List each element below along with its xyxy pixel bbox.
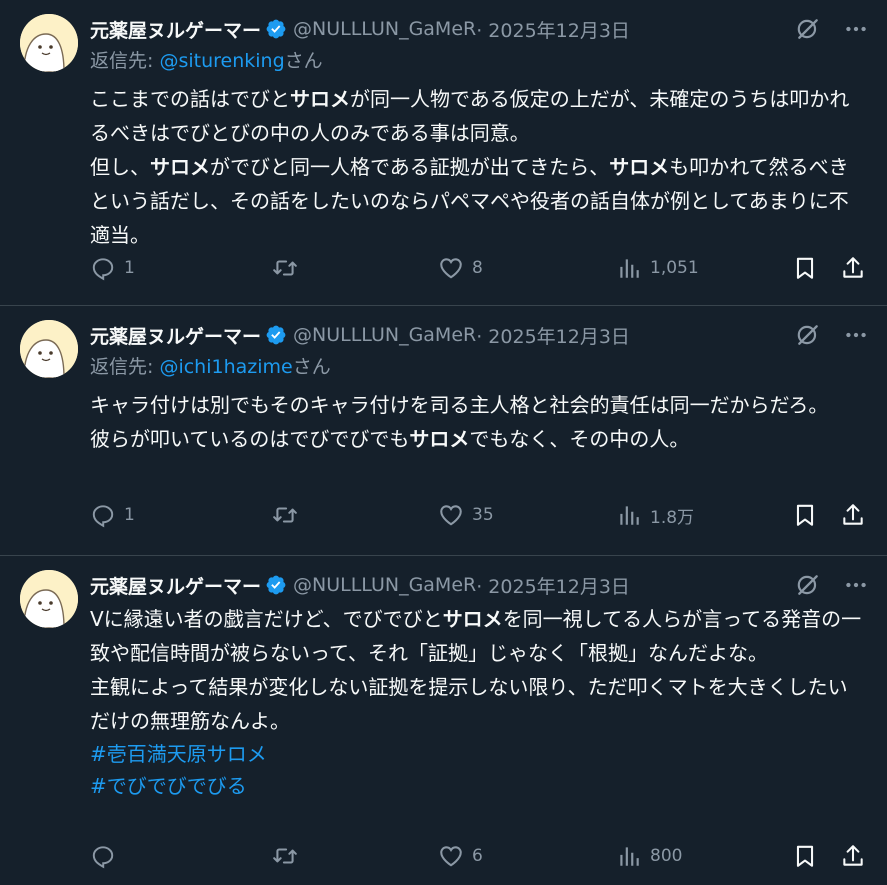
tweet-header: 元薬屋ヌルゲーマー @NULLLUN_GaMeR · 2025年12月3日 [90,14,871,44]
reply-suffix: さん [292,356,331,378]
like-icon [438,502,464,528]
author-handle[interactable]: @NULLLUN_GaMeR [293,18,476,40]
retweet-button[interactable] [272,502,438,528]
tweet-date[interactable]: · 2025年12月3日 [476,572,630,599]
grok-icon[interactable] [795,16,821,42]
retweet-icon [272,255,298,281]
views-count: 1.8万 [650,507,695,528]
like-icon [438,255,464,281]
tweet-text: ここまでの話はでびとサロメが同一人物である仮定の上だが、未確定のうちは叩かれるべ… [90,87,850,247]
more-icon[interactable] [843,572,869,598]
bookmark-button[interactable] [792,843,840,869]
tweet-actions: 1 35 1.8万 [90,502,867,528]
avatar[interactable] [20,14,78,72]
reply-icon [90,255,116,281]
reply-prefix: 返信先: [90,356,160,378]
reply-button[interactable] [90,843,272,869]
share-icon [840,502,866,528]
tweet-header: 元薬屋ヌルゲーマー @NULLLUN_GaMeR · 2025年12月3日 [90,570,871,600]
avatar[interactable] [20,320,78,378]
share-button[interactable] [840,255,866,281]
share-icon [840,255,866,281]
author-name[interactable]: 元薬屋ヌルゲーマー [90,322,261,349]
like-count: 8 [472,258,483,278]
like-count: 35 [472,505,494,525]
reply-mention-link[interactable]: @siturenking [159,50,284,72]
bookmark-icon [792,502,818,528]
views-button[interactable]: 800 [616,843,792,869]
views-button[interactable]: 1,051 [616,255,792,281]
reply-prefix: 返信先: [90,50,160,72]
like-count: 6 [472,846,483,866]
bookmark-icon [792,843,818,869]
retweet-button[interactable] [272,843,438,869]
reply-to: 返信先: @ichi1hazimeさん [90,352,871,382]
bookmark-button[interactable] [792,255,840,281]
like-button[interactable]: 6 [438,843,616,869]
tweet-actions: 6 800 [90,843,867,869]
reply-mention-link[interactable]: @ichi1hazime [159,356,292,378]
avatar[interactable] [20,570,78,628]
verified-badge-icon[interactable] [265,18,287,40]
author-handle[interactable]: @NULLLUN_GaMeR [293,574,476,596]
bookmark-button[interactable] [792,502,840,528]
grok-icon[interactable] [795,322,821,348]
hashtag-link[interactable]: #でびでびでびる [90,770,871,802]
reply-button[interactable]: 1 [90,255,272,281]
views-icon [616,843,642,869]
share-button[interactable] [840,843,866,869]
reply-count: 1 [124,258,135,278]
views-button[interactable]: 1.8万 [616,502,792,528]
tweet[interactable]: 元薬屋ヌルゲーマー @NULLLUN_GaMeR · 2025年12月3日 返信… [0,0,887,306]
retweet-button[interactable] [272,255,438,281]
reply-button[interactable]: 1 [90,502,272,528]
verified-badge-icon[interactable] [265,324,287,346]
tweet-actions: 1 8 1,051 [90,255,867,281]
tweet-text: キャラ付けは別でもそのキャラ付けを司る主人格と社会的責任は同一だからだろ。 彼ら… [90,393,829,451]
tweet-date[interactable]: · 2025年12月3日 [476,16,630,43]
views-icon [616,502,642,528]
reply-icon [90,502,116,528]
tweet[interactable]: 元薬屋ヌルゲーマー @NULLLUN_GaMeR · 2025年12月3日 返信… [0,306,887,556]
grok-icon[interactable] [795,572,821,598]
like-button[interactable]: 35 [438,502,616,528]
retweet-icon [272,502,298,528]
reply-to: 返信先: @siturenkingさん [90,46,871,76]
views-count: 1,051 [650,258,699,278]
tweet[interactable]: 元薬屋ヌルゲーマー @NULLLUN_GaMeR · 2025年12月3日 Vに… [0,556,887,885]
tweet-date[interactable]: · 2025年12月3日 [476,322,630,349]
reply-count: 1 [124,505,135,525]
tweet-header: 元薬屋ヌルゲーマー @NULLLUN_GaMeR · 2025年12月3日 [90,320,871,350]
more-icon[interactable] [843,322,869,348]
retweet-icon [272,843,298,869]
views-count: 800 [650,846,683,866]
like-button[interactable]: 8 [438,255,616,281]
author-name[interactable]: 元薬屋ヌルゲーマー [90,16,261,43]
author-handle[interactable]: @NULLLUN_GaMeR [293,324,476,346]
share-button[interactable] [840,502,866,528]
reply-icon [90,843,116,869]
more-icon[interactable] [843,16,869,42]
verified-badge-icon[interactable] [265,574,287,596]
tweet-text: Vに縁遠い者の戯言だけど、でびでびとサロメを同一視してる人らが言ってる発音の一致… [90,607,862,733]
share-icon [840,843,866,869]
reply-suffix: さん [284,50,323,72]
author-name[interactable]: 元薬屋ヌルゲーマー [90,572,261,599]
hashtag-link[interactable]: #壱百満天原サロメ [90,738,871,770]
bookmark-icon [792,255,818,281]
views-icon [616,255,642,281]
like-icon [438,843,464,869]
